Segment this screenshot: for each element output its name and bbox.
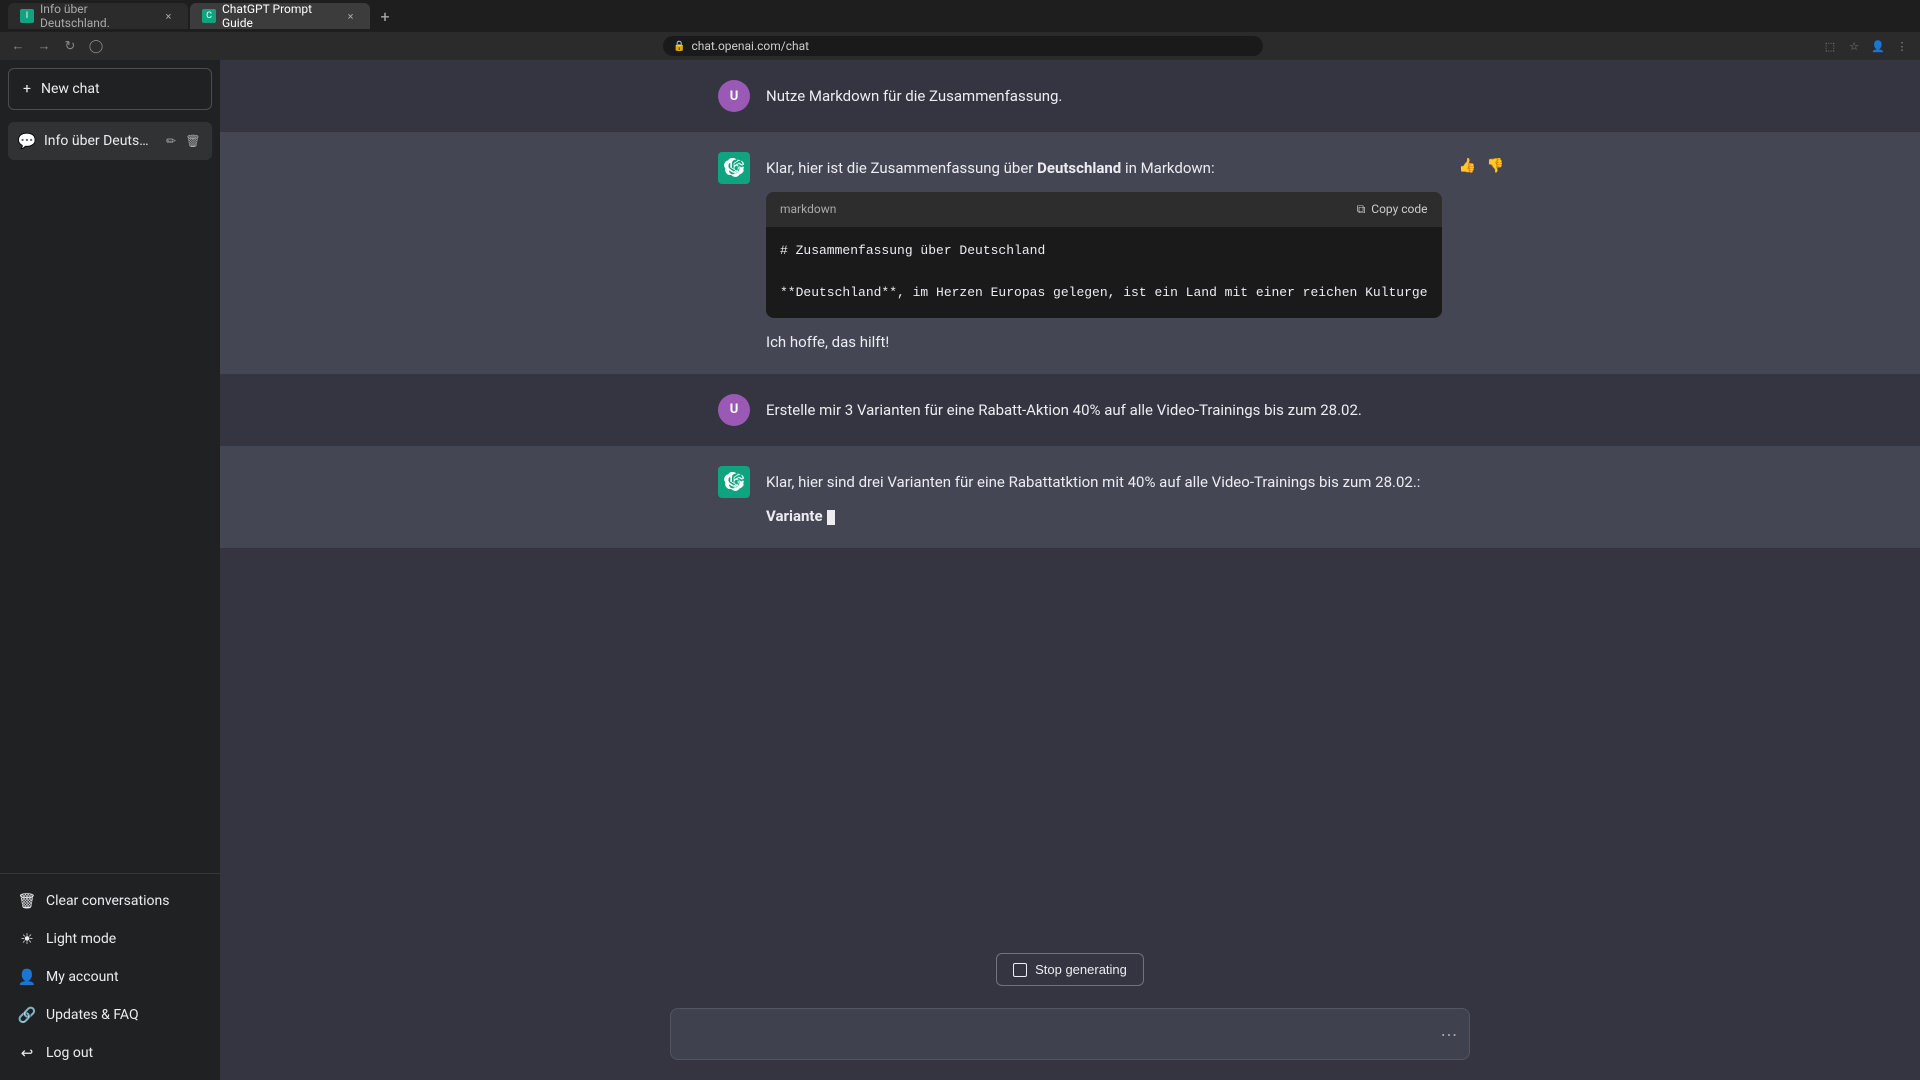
copy-icon: ⧉ (1357, 200, 1366, 219)
sidebar-bottom: 🗑 Clear conversations ☀ Light mode 👤 My … (0, 873, 220, 1080)
thumbs-up-button[interactable]: 👍 (1458, 156, 1478, 176)
back-button[interactable]: ← (8, 36, 28, 56)
input-box-container: ··· (670, 1008, 1470, 1064)
assistant-2-intro: Klar, hier sind drei Varianten für eine … (766, 470, 1422, 494)
sidebar: + New chat 💬 Info über Deutschland. ✏ 🗑 … (0, 60, 220, 1080)
message-row-assistant-2: Klar, hier sind drei Varianten für eine … (220, 446, 1920, 548)
home-button[interactable]: ◯ (86, 36, 106, 56)
updates-label: Updates & FAQ (46, 1007, 139, 1023)
copy-label: Copy code (1371, 200, 1427, 219)
code-block: markdown ⧉ Copy code # Zusammenfassung ü… (766, 192, 1442, 318)
user-message-1-text: Nutze Markdown für die Zusammenfassung. (766, 87, 1062, 105)
account-icon[interactable]: 👤 (1868, 36, 1888, 56)
updates-icon: 🔗 (18, 1006, 36, 1024)
browser-tabs: I Info über Deutschland. × C ChatGPT Pro… (0, 0, 1920, 32)
new-tab-button[interactable]: + (372, 3, 398, 29)
tab-favicon-2: C (202, 9, 216, 23)
browser-tab-2[interactable]: C ChatGPT Prompt Guide × (190, 3, 370, 29)
tab-favicon-1: I (20, 9, 34, 23)
gpt-avatar-1 (718, 152, 750, 184)
light-mode-icon: ☀ (18, 930, 36, 948)
stop-icon (1013, 963, 1027, 977)
copy-code-button[interactable]: ⧉ Copy code (1357, 200, 1428, 219)
bookmark-icon[interactable]: ☆ (1844, 36, 1864, 56)
refresh-button[interactable]: ↻ (60, 36, 80, 56)
code-content: # Zusammenfassung über Deutschland **Deu… (766, 227, 1442, 317)
user-avatar-1: U (718, 80, 750, 112)
user-message-2-text: Erstelle mir 3 Varianten für eine Rabatt… (766, 401, 1362, 419)
sidebar-item-clear[interactable]: 🗑 Clear conversations (8, 882, 212, 920)
message-inner-user-1: U Nutze Markdown für die Zusammenfassung… (670, 80, 1470, 112)
message-content-user-1: Nutze Markdown für die Zusammenfassung. (766, 80, 1422, 108)
app-container: + New chat 💬 Info über Deutschland. ✏ 🗑 … (0, 60, 1920, 1080)
edit-chat-button[interactable]: ✏ (162, 132, 180, 150)
message-content-assistant-2: Klar, hier sind drei Varianten für eine … (766, 466, 1422, 528)
delete-chat-button[interactable]: 🗑 (184, 132, 202, 150)
typing-cursor (827, 510, 835, 525)
stop-generating-button[interactable]: Stop generating (996, 953, 1144, 986)
browser-chrome: I Info über Deutschland. × C ChatGPT Pro… (0, 0, 1920, 60)
tab-title-2: ChatGPT Prompt Guide (222, 2, 337, 30)
sidebar-item-account[interactable]: 👤 My account (8, 958, 212, 996)
tab-title-1: Info über Deutschland. (40, 2, 155, 30)
browser-tab-1[interactable]: I Info über Deutschland. × (8, 3, 188, 29)
assistant-1-footer: Ich hoffe, das hilft! (766, 330, 1442, 354)
input-area: Stop generating ··· (220, 941, 1920, 1080)
chat-list: 💬 Info über Deutschland. ✏ 🗑 (0, 118, 220, 873)
message-content-user-2: Erstelle mir 3 Varianten für eine Rabatt… (766, 394, 1422, 422)
forward-button[interactable]: → (34, 36, 54, 56)
tab-close-1[interactable]: × (161, 8, 176, 24)
address-text: chat.openai.com/chat (691, 39, 809, 53)
chat-list-item[interactable]: 💬 Info über Deutschland. ✏ 🗑 (8, 122, 212, 160)
sidebar-item-logout[interactable]: ↩ Log out (8, 1034, 212, 1072)
stop-label: Stop generating (1035, 962, 1127, 977)
code-lang-label: markdown (780, 200, 836, 219)
message-inner-user-2: U Erstelle mir 3 Varianten für eine Raba… (670, 394, 1470, 426)
menu-icon[interactable]: ⋮ (1892, 36, 1912, 56)
message-inner-assistant-1: Klar, hier ist die Zusammenfassung über … (670, 152, 1470, 354)
messages-container: U Nutze Markdown für die Zusammenfassung… (220, 60, 1920, 941)
message-content-assistant-1: Klar, hier ist die Zusammenfassung über … (766, 152, 1442, 354)
sidebar-item-updates[interactable]: 🔗 Updates & FAQ (8, 996, 212, 1034)
chat-icon: 💬 (18, 132, 36, 150)
gpt-avatar-2 (718, 466, 750, 498)
new-chat-label: New chat (41, 81, 100, 97)
message-row-assistant-1: Klar, hier ist die Zusammenfassung über … (220, 132, 1920, 374)
assistant-1-text: Klar, hier ist die Zusammenfassung über … (766, 156, 1442, 180)
clear-icon: 🗑 (18, 892, 36, 910)
message-row-user-2: U Erstelle mir 3 Varianten für eine Raba… (220, 374, 1920, 446)
account-label: My account (46, 969, 119, 985)
input-options-button[interactable]: ··· (1441, 1026, 1458, 1047)
chat-area: U Nutze Markdown für die Zusammenfassung… (220, 60, 1920, 1080)
extensions-icon[interactable]: ⬚ (1820, 36, 1840, 56)
clear-label: Clear conversations (46, 893, 169, 909)
chat-item-title: Info über Deutschland. (44, 133, 154, 149)
toolbar-icons: ⬚ ☆ 👤 ⋮ (1820, 36, 1912, 56)
address-bar[interactable]: 🔒 chat.openai.com/chat (663, 36, 1263, 56)
browser-toolbar: ← → ↻ ◯ 🔒 chat.openai.com/chat ⬚ ☆ 👤 ⋮ (0, 32, 1920, 60)
chat-input[interactable] (670, 1008, 1470, 1060)
new-chat-button[interactable]: + New chat (8, 68, 212, 110)
account-icon: 👤 (18, 968, 36, 986)
code-block-header: markdown ⧉ Copy code (766, 192, 1442, 227)
logout-icon: ↩ (18, 1044, 36, 1062)
light-mode-label: Light mode (46, 931, 116, 947)
thumbs-down-button[interactable]: 👎 (1486, 156, 1506, 176)
message-row-user-1: U Nutze Markdown für die Zusammenfassung… (220, 60, 1920, 132)
message-inner-assistant-2: Klar, hier sind drei Varianten für eine … (670, 466, 1470, 528)
logout-label: Log out (46, 1045, 93, 1061)
assistant-2-streaming: Variante (766, 504, 1422, 528)
chat-item-actions: ✏ 🗑 (162, 132, 202, 150)
tab-close-2[interactable]: × (343, 8, 358, 24)
user-avatar-2: U (718, 394, 750, 426)
sidebar-item-light-mode[interactable]: ☀ Light mode (8, 920, 212, 958)
lock-icon: 🔒 (673, 41, 685, 52)
new-chat-icon: + (23, 81, 31, 97)
message-actions-1: 👍 👎 (1458, 152, 1506, 176)
